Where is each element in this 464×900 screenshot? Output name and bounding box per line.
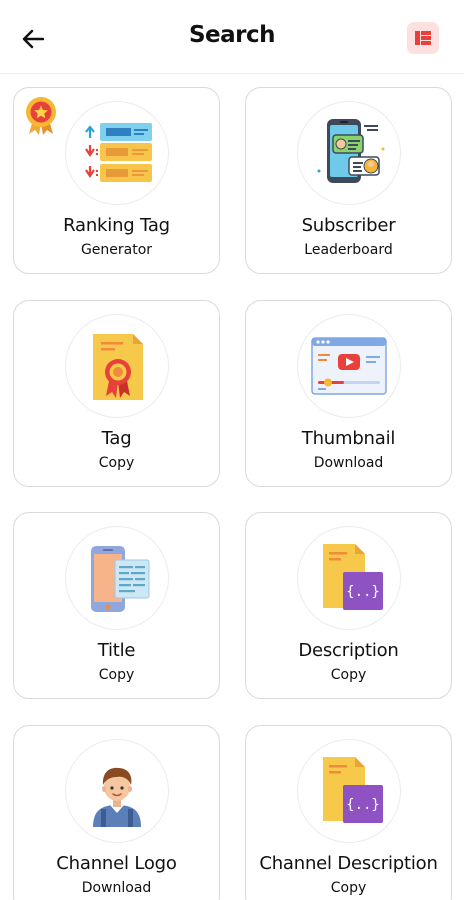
person-avatar-icon xyxy=(93,767,141,827)
ranking-tags-icon xyxy=(85,123,152,182)
code-file-icon: {..} xyxy=(323,757,383,823)
tool-icon-circle: {..} xyxy=(297,526,401,630)
tool-card-channel-logo[interactable]: Channel Logo Download xyxy=(13,725,220,900)
award-medal-icon xyxy=(26,97,56,135)
tool-title: Description xyxy=(298,640,399,661)
tool-title: Channel Description xyxy=(259,853,438,874)
tool-subtitle: Download xyxy=(313,455,384,471)
subscriber-phone-icon xyxy=(317,119,385,183)
tool-card-ranking-tag[interactable]: Ranking Tag Generator xyxy=(13,87,220,274)
svg-text:{..}: {..} xyxy=(346,584,380,600)
phone-doc-icon xyxy=(91,546,150,612)
tool-icon-circle xyxy=(65,314,169,418)
tool-icon-circle xyxy=(65,526,169,630)
tool-card-channel-description[interactable]: {..} Channel Description Copy xyxy=(245,725,452,900)
tool-card-subscriber[interactable]: Subscriber Leaderboard xyxy=(245,87,452,274)
tool-subtitle: Copy xyxy=(330,667,367,683)
tool-subtitle: Copy xyxy=(330,880,367,896)
tool-subtitle: Leaderboard xyxy=(304,242,393,258)
code-file-icon: {..} xyxy=(323,544,383,610)
video-player-icon xyxy=(311,337,387,395)
tool-icon-circle: {..} xyxy=(297,739,401,843)
tool-title: Tag xyxy=(101,428,132,449)
tool-card-description[interactable]: {..} Description Copy xyxy=(245,512,452,699)
tool-icon-circle xyxy=(65,739,169,843)
certificate-icon xyxy=(93,334,143,400)
tool-card-thumbnail[interactable]: Thumbnail Download xyxy=(245,300,452,487)
tool-subtitle: Copy xyxy=(98,455,135,471)
tool-title: Title xyxy=(97,640,136,661)
tool-subtitle: Generator xyxy=(80,242,153,258)
tool-icon-circle xyxy=(297,101,401,205)
svg-text:{..}: {..} xyxy=(346,797,380,813)
tools-grid: Ranking Tag Generator Subscriber Leaderb… xyxy=(0,0,464,900)
tool-icon-circle xyxy=(65,101,169,205)
tool-icon-circle xyxy=(297,314,401,418)
tool-title: Thumbnail xyxy=(301,428,396,449)
tool-subtitle: Copy xyxy=(98,667,135,683)
tool-title: Ranking Tag xyxy=(63,215,170,236)
tool-title: Channel Logo xyxy=(56,853,177,874)
tool-card-title[interactable]: Title Copy xyxy=(13,512,220,699)
tool-subtitle: Download xyxy=(81,880,152,896)
tool-title: Subscriber xyxy=(301,215,396,236)
tool-card-tag[interactable]: Tag Copy xyxy=(13,300,220,487)
